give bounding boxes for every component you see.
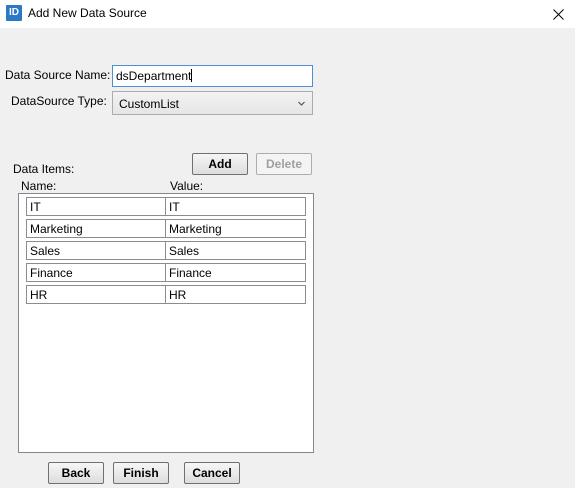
data-items-label: Data Items: bbox=[13, 162, 75, 176]
row-value-input[interactable]: Marketing bbox=[165, 219, 306, 238]
row-name-input[interactable]: IT bbox=[26, 197, 166, 216]
add-button[interactable]: Add bbox=[192, 153, 248, 175]
row-name-input[interactable]: Finance bbox=[26, 263, 166, 282]
data-items-grid[interactable]: IT IT Marketing Marketing Sales Sales Fi… bbox=[18, 193, 314, 453]
cancel-button[interactable]: Cancel bbox=[184, 462, 240, 484]
data-source-name-input[interactable]: dsDepartment bbox=[112, 65, 313, 87]
delete-button[interactable]: Delete bbox=[256, 153, 312, 175]
data-source-type-label: DataSource Type: bbox=[11, 94, 107, 108]
row-value-input[interactable]: IT bbox=[165, 197, 306, 216]
data-source-type-select[interactable]: CustomList bbox=[112, 91, 313, 115]
column-header-name: Name: bbox=[21, 179, 57, 193]
row-value-input[interactable]: Sales bbox=[165, 241, 306, 260]
chevron-down-icon bbox=[298, 101, 305, 106]
row-value-input[interactable]: HR bbox=[165, 285, 306, 304]
app-icon: ID bbox=[6, 5, 22, 21]
title-bar: ID Add New Data Source bbox=[0, 0, 575, 28]
row-value-input[interactable]: Finance bbox=[165, 263, 306, 282]
close-button[interactable] bbox=[541, 0, 575, 28]
close-icon bbox=[552, 8, 564, 20]
data-source-name-label: Data Source Name: bbox=[5, 68, 111, 82]
finish-button[interactable]: Finish bbox=[113, 462, 169, 484]
window-title: Add New Data Source bbox=[28, 6, 147, 20]
row-name-input[interactable]: Sales bbox=[26, 241, 166, 260]
row-name-input[interactable]: Marketing bbox=[26, 219, 166, 238]
column-header-value: Value: bbox=[170, 179, 204, 193]
data-source-type-value: CustomList bbox=[119, 97, 180, 111]
row-name-input[interactable]: HR bbox=[26, 285, 166, 304]
back-button[interactable]: Back bbox=[48, 462, 104, 484]
